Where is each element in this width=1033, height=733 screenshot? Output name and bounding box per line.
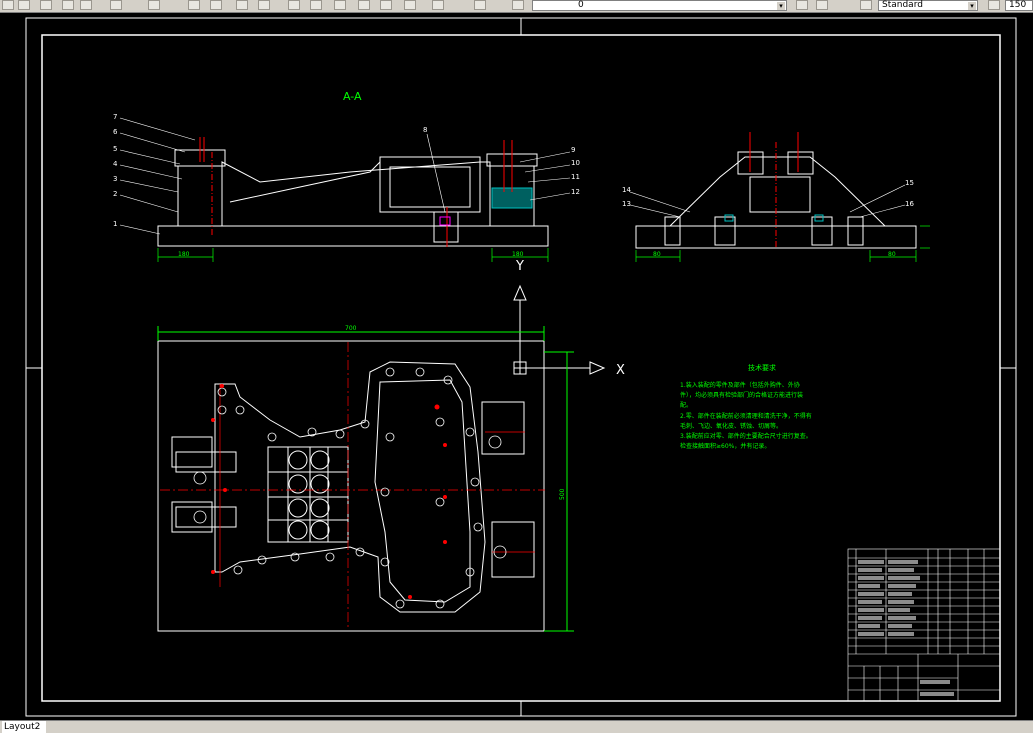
callout-10: 10 bbox=[571, 159, 580, 167]
notes-title: 技术要求 bbox=[748, 363, 776, 372]
zoom-realtime-icon[interactable] bbox=[210, 0, 222, 10]
dim-width-top: 700 bbox=[345, 325, 357, 332]
dim-style-icon[interactable] bbox=[988, 0, 1000, 10]
title-block-fill bbox=[858, 560, 954, 696]
callout-3: 3 bbox=[113, 175, 117, 183]
notes-line-1: 1.装入装配的零件及部件（包括外购件、外协 bbox=[680, 381, 800, 389]
callout-9: 9 bbox=[571, 146, 575, 154]
text-style-value: Standard bbox=[882, 0, 923, 10]
make-object-layer-icon[interactable] bbox=[796, 0, 808, 10]
dim-side-right: 80 bbox=[888, 251, 896, 258]
callout-8: 8 bbox=[423, 126, 427, 134]
layer-dropdown[interactable]: 0 ▾ bbox=[532, 0, 787, 11]
dim-style-value: 150 bbox=[1009, 0, 1027, 10]
axis-x-label: X bbox=[616, 363, 625, 378]
axis-y-label: Y bbox=[515, 259, 524, 274]
callout-2: 2 bbox=[113, 190, 117, 198]
layer-state-icon[interactable] bbox=[512, 0, 524, 10]
notes-line-4: 2.零、部件在装配前必须清理和清洗干净，不得有 bbox=[680, 412, 812, 420]
drawing-canvas[interactable]: A-A 7 6 5 4 3 2 1 8 9 10 11 12 180 180 1… bbox=[0, 12, 1033, 720]
layer-manager-icon[interactable] bbox=[474, 0, 486, 10]
plan-holes bbox=[193, 367, 507, 609]
front-callouts: 7 6 5 4 3 2 1 8 9 10 11 12 bbox=[113, 113, 580, 228]
notes-line-5: 毛刺、飞边、氧化皮、锈蚀、切屑等。 bbox=[680, 422, 782, 430]
copy-icon[interactable] bbox=[62, 0, 74, 10]
plan-red-marks bbox=[211, 384, 447, 599]
redo-icon[interactable] bbox=[148, 0, 160, 10]
status-bar: Layout2 bbox=[0, 720, 1033, 733]
callout-12: 12 bbox=[571, 188, 580, 196]
dim-side-left: 80 bbox=[653, 251, 661, 258]
dim-style-dropdown[interactable]: 150 bbox=[1005, 0, 1033, 11]
cut-icon[interactable] bbox=[40, 0, 52, 10]
pan-icon[interactable] bbox=[188, 0, 200, 10]
help-icon[interactable] bbox=[432, 0, 444, 10]
section-label: A-A bbox=[343, 90, 362, 103]
callout-13: 13 bbox=[622, 200, 631, 208]
notes-line-6: 3.装配前应对零、部件的主要配合尺寸进行复查。 bbox=[680, 432, 812, 440]
text-style-icon[interactable] bbox=[860, 0, 872, 10]
callout-11: 11 bbox=[571, 173, 580, 181]
side-view bbox=[635, 132, 917, 249]
callout-1: 1 bbox=[113, 220, 117, 228]
notes-line-2: 件），均必须具有检验部门的合格证方能进行装 bbox=[680, 391, 803, 399]
chevron-down-icon: ▾ bbox=[968, 2, 976, 10]
front-view bbox=[157, 137, 549, 247]
dim-front-right: 180 bbox=[512, 251, 524, 258]
tool-palettes-icon[interactable] bbox=[334, 0, 346, 10]
callout-15: 15 bbox=[905, 179, 914, 187]
save-icon[interactable] bbox=[2, 0, 14, 10]
plan-view bbox=[157, 326, 574, 632]
undo-icon[interactable] bbox=[110, 0, 122, 10]
calculator-icon[interactable] bbox=[404, 0, 416, 10]
callout-7: 7 bbox=[113, 113, 117, 121]
layer-dropdown-value: 0 bbox=[578, 0, 584, 10]
dim-front-left: 180 bbox=[178, 251, 190, 258]
notes-line-3: 配。 bbox=[680, 402, 692, 409]
zoom-previous-icon[interactable] bbox=[258, 0, 270, 10]
text-style-dropdown[interactable]: Standard ▾ bbox=[878, 0, 978, 11]
callout-5: 5 bbox=[113, 145, 117, 153]
dim-height-right: 500 bbox=[559, 488, 566, 500]
callout-16: 16 bbox=[905, 200, 914, 208]
plan-centerlines bbox=[160, 342, 545, 630]
technical-notes: 技术要求 1.装入装配的零件及部件（包括外购件、外协 件），均必须具有检验部门的… bbox=[680, 363, 812, 450]
ucs-icon bbox=[513, 284, 606, 375]
paste-icon[interactable] bbox=[80, 0, 92, 10]
design-center-icon[interactable] bbox=[310, 0, 322, 10]
markup-icon[interactable] bbox=[380, 0, 392, 10]
properties-icon[interactable] bbox=[288, 0, 300, 10]
callout-4: 4 bbox=[113, 160, 118, 168]
print-icon[interactable] bbox=[18, 0, 30, 10]
sheet-set-icon[interactable] bbox=[358, 0, 370, 10]
layer-previous-icon[interactable] bbox=[816, 0, 828, 10]
zoom-window-icon[interactable] bbox=[236, 0, 248, 10]
callout-14: 14 bbox=[622, 186, 631, 194]
callout-6: 6 bbox=[113, 128, 118, 136]
notes-line-7: 检查接触面积≥60%，并有记录。 bbox=[680, 442, 770, 450]
tab-layout2[interactable]: Layout2 bbox=[2, 721, 47, 733]
chevron-down-icon: ▾ bbox=[777, 2, 785, 10]
